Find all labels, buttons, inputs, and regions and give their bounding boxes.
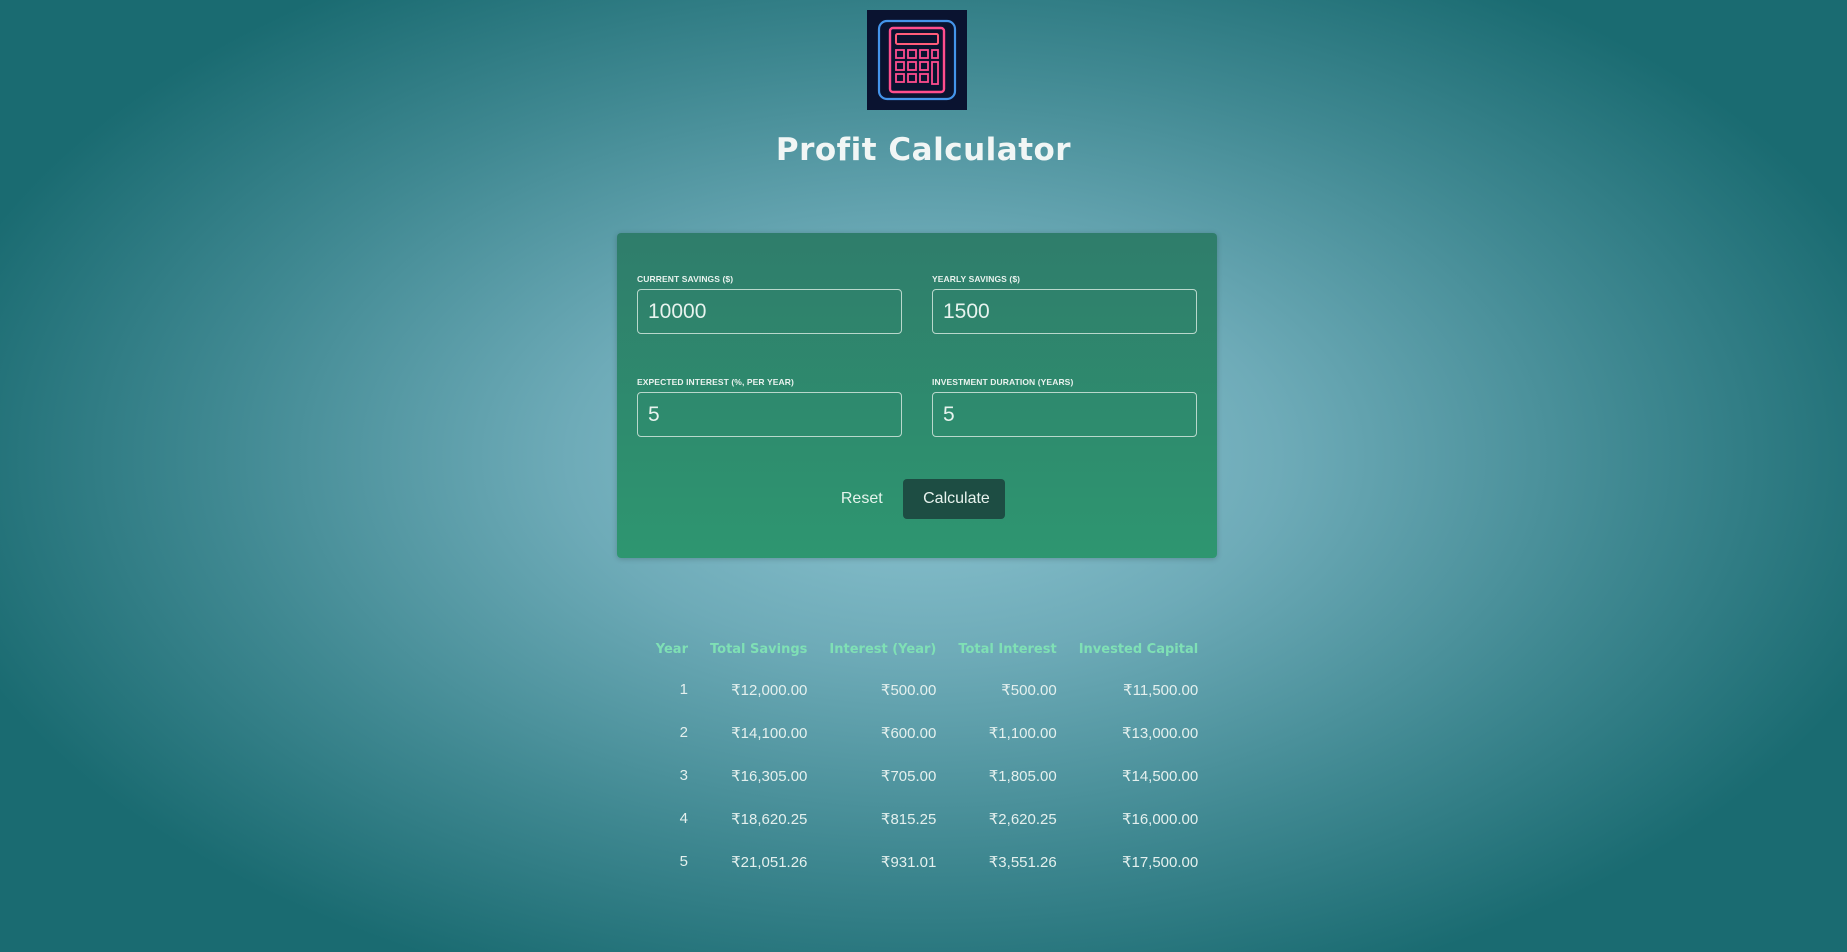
calculator-form: Current Savings ($) Yearly Savings ($) E…	[617, 233, 1217, 558]
column-header-total-interest: Total Interest	[958, 641, 1057, 657]
cell-invested-capital: ₹17,500.00	[1121, 853, 1199, 871]
investment-duration-label: Investment Duration (years)	[932, 377, 1074, 387]
expected-interest-input[interactable]	[637, 392, 902, 437]
column-header-total-savings: Total Savings	[710, 641, 808, 657]
yearly-savings-input[interactable]	[932, 289, 1197, 334]
form-actions: Reset Calculate	[617, 479, 1217, 519]
column-header-invested-capital: Invested Capital	[1078, 641, 1199, 657]
current-savings-label: Current Savings ($)	[637, 274, 734, 284]
yearly-savings-label: Yearly Savings ($)	[932, 274, 1021, 284]
cell-total-interest: ₹2,620.25	[988, 810, 1057, 828]
cell-year: 1	[679, 681, 688, 698]
calculate-button[interactable]: Calculate	[903, 479, 1006, 519]
cell-interest-year: ₹931.01	[880, 853, 937, 871]
expected-interest-label: Expected Interest (%, per year)	[637, 377, 794, 387]
cell-interest-year: ₹815.25	[880, 810, 937, 828]
current-savings-input[interactable]	[637, 289, 902, 334]
table-row: 2 ₹14,100.00 ₹600.00 ₹1,100.00 ₹13,000.0…	[652, 711, 1199, 754]
investment-duration-input[interactable]	[932, 392, 1197, 437]
cell-total-savings: ₹21,051.26	[731, 853, 808, 871]
table-row: 5 ₹21,051.26 ₹931.01 ₹3,551.26 ₹17,500.0…	[652, 840, 1199, 883]
investment-duration-group: Investment Duration (years)	[932, 377, 1197, 437]
cell-total-savings: ₹14,100.00	[731, 724, 808, 742]
results-table: Year Total Savings Interest (Year) Total…	[652, 630, 1198, 883]
table-row: 3 ₹16,305.00 ₹705.00 ₹1,805.00 ₹14,500.0…	[652, 754, 1199, 797]
cell-year: 5	[679, 853, 688, 870]
cell-total-interest: ₹3,551.26	[988, 853, 1057, 871]
table-header-row: Year Total Savings Interest (Year) Total…	[652, 630, 1198, 668]
column-header-year: Year	[655, 641, 688, 657]
calculator-logo	[867, 10, 967, 110]
cell-interest-year: ₹705.00	[880, 767, 937, 785]
cell-total-interest: ₹1,100.00	[988, 724, 1057, 742]
cell-total-interest: ₹1,805.00	[988, 767, 1057, 785]
cell-total-savings: ₹16,305.00	[731, 767, 808, 785]
column-header-interest-year: Interest (Year)	[829, 641, 937, 657]
cell-invested-capital: ₹11,500.00	[1123, 681, 1199, 699]
cell-invested-capital: ₹16,000.00	[1121, 810, 1199, 828]
cell-year: 4	[679, 810, 688, 827]
reset-button[interactable]: Reset	[829, 480, 895, 518]
table-row: 1 ₹12,000.00 ₹500.00 ₹500.00 ₹11,500.00	[652, 668, 1199, 711]
cell-invested-capital: ₹13,000.00	[1121, 724, 1199, 742]
current-savings-group: Current Savings ($)	[637, 274, 902, 334]
cell-total-savings: ₹12,000.00	[731, 681, 808, 699]
cell-total-savings: ₹18,620.25	[731, 810, 808, 828]
calculator-icon	[867, 10, 967, 110]
table-row: 4 ₹18,620.25 ₹815.25 ₹2,620.25 ₹16,000.0…	[652, 797, 1199, 840]
cell-year: 3	[679, 767, 688, 784]
cell-interest-year: ₹500.00	[880, 681, 937, 699]
cell-year: 2	[679, 724, 688, 741]
cell-invested-capital: ₹14,500.00	[1121, 767, 1199, 785]
expected-interest-group: Expected Interest (%, per year)	[637, 377, 902, 437]
cell-interest-year: ₹600.00	[880, 724, 937, 742]
page-title: Profit Calculator	[775, 132, 1072, 168]
cell-total-interest: ₹500.00	[1001, 681, 1057, 699]
yearly-savings-group: Yearly Savings ($)	[932, 274, 1197, 334]
